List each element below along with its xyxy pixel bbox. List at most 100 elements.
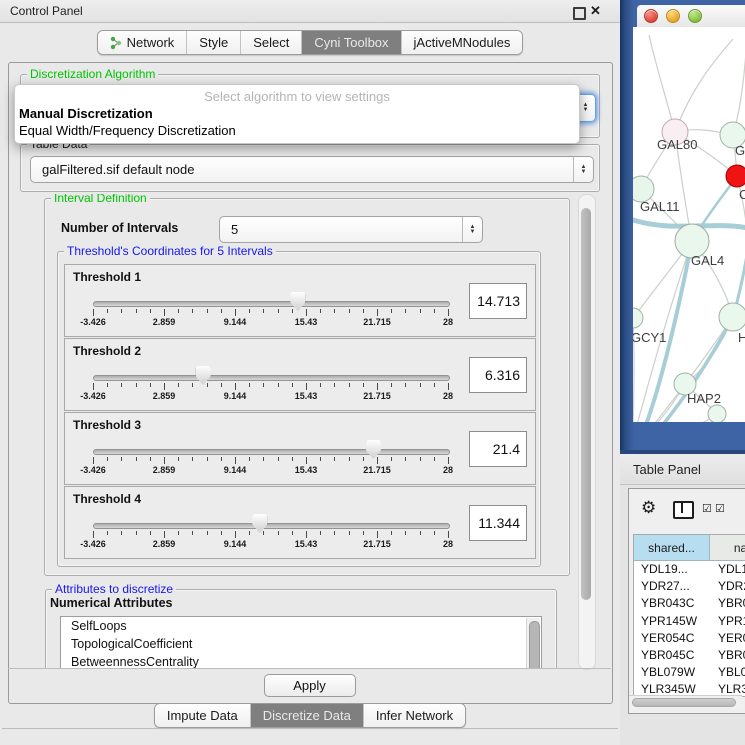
table-toolbar: ⚙ ☑ ☑	[629, 489, 745, 529]
tab-label: Impute Data	[167, 708, 238, 723]
panel-bottom-border	[2, 728, 618, 729]
node-table[interactable]: shared... na YDL19...YDL1YDR27...YDR2YBR…	[633, 534, 745, 697]
interval-definition-group: Interval Definition Number of Intervals …	[44, 198, 570, 576]
tab-cyni-toolbox[interactable]: Cyni Toolbox	[302, 31, 401, 54]
network-node-h[interactable]	[719, 303, 745, 331]
zoom-traffic-light-icon[interactable]	[688, 9, 702, 23]
table-data-value: galFiltered.sif default node	[31, 162, 573, 177]
slider-tick-labels: -3.4262.8599.14415.4321.71528	[93, 391, 448, 403]
node-label: HAP2	[687, 391, 721, 406]
tab-select[interactable]: Select	[241, 31, 302, 54]
network-node-gcy1[interactable]	[633, 308, 643, 328]
number-of-intervals-value: 5	[220, 222, 462, 237]
threshold-label: Threshold 2	[73, 344, 141, 358]
checkbox-icon[interactable]: ☑	[715, 502, 725, 515]
node-label: GCY1	[633, 330, 666, 345]
table-row[interactable]: YDL19... YDL1	[634, 561, 745, 578]
network-icon	[110, 36, 122, 50]
cell-name: YBR0	[718, 596, 745, 610]
slider-track[interactable]	[93, 449, 450, 455]
top-tab-bar: Network Style Select Cyni Toolbox jActiveMNo…	[0, 30, 620, 55]
threshold-value-field[interactable]: 14.713	[469, 283, 527, 319]
list-item[interactable]: SelfLoops	[61, 617, 541, 635]
float-window-icon[interactable]	[573, 7, 586, 20]
tab-network[interactable]: Network	[98, 31, 188, 54]
tab-label: Cyni Toolbox	[314, 35, 388, 50]
tab-label: Style	[199, 35, 228, 50]
table-row[interactable]: YBL079WYBL0	[634, 664, 745, 681]
number-of-intervals-combobox[interactable]: 5 ▲▼	[219, 216, 483, 243]
threshold-label: Threshold 1	[73, 270, 141, 284]
bottom-tab-bar: Impute Data Discretize Data Infer Network	[0, 703, 620, 728]
table-row[interactable]: YBR045CYBR0	[634, 647, 745, 664]
slider-track[interactable]	[93, 301, 450, 307]
tab-label: Select	[253, 35, 289, 50]
close-icon[interactable]: ✕	[590, 3, 601, 19]
table-row[interactable]: YER054CYER0	[634, 630, 745, 647]
tab-label: Network	[127, 35, 175, 50]
node-label: GAL4	[691, 253, 724, 268]
minimize-traffic-light-icon[interactable]	[666, 9, 680, 23]
slider-track[interactable]	[93, 375, 450, 381]
cell-shared-name: YBL079W	[641, 665, 695, 679]
network-canvas[interactable]: GAL80GACGAL11GAL4GCY1HHAP2	[633, 27, 745, 422]
column-header-shared-name[interactable]: shared...	[634, 535, 710, 561]
attributes-scrollbar[interactable]	[526, 618, 540, 668]
tab-impute-data[interactable]: Impute Data	[155, 704, 251, 727]
slider-tick-labels: -3.4262.8599.14415.4321.71528	[93, 465, 448, 477]
cell-name: YBR0	[718, 648, 745, 662]
tab-jactivemnodules[interactable]: jActiveMNodules	[402, 31, 523, 54]
table-row[interactable]: YPR145WYPR1	[634, 613, 745, 630]
checkbox-icon[interactable]: ☑	[702, 502, 712, 515]
network-node-c[interactable]	[726, 165, 745, 187]
network-view-window: GAL80GACGAL11GAL4GCY1HHAP2	[620, 0, 745, 453]
tab-label: jActiveMNodules	[414, 35, 511, 50]
combo-arrows-icon[interactable]: ▲▼	[573, 157, 593, 182]
table-panel-header: Table Panel	[620, 454, 745, 485]
dropdown-item-manual-discretization[interactable]: Manual Discretization	[19, 106, 153, 121]
table-row[interactable]: YBR043CYBR0	[634, 595, 745, 612]
algorithm-prompt: Select algorithm to view settings	[15, 89, 579, 104]
list-item[interactable]: TopologicalCoefficient	[61, 635, 541, 653]
attributes-group-title: Attributes to discretize	[52, 582, 176, 596]
numerical-attributes-list[interactable]: SelfLoopsTopologicalCoefficientBetweenne…	[60, 616, 542, 668]
control-panel: Control Panel ✕ Network Style Select Cyni T…	[0, 0, 621, 745]
slider-track[interactable]	[93, 523, 450, 529]
threshold-value-field[interactable]: 21.4	[469, 431, 527, 467]
cell-shared-name: YER054C	[641, 631, 694, 645]
main-vertical-scrollbar[interactable]	[578, 194, 596, 670]
tab-infer-network[interactable]: Infer Network	[364, 704, 465, 727]
panel-title: Control Panel	[10, 4, 83, 18]
column-header-name[interactable]: na	[710, 535, 745, 561]
cell-shared-name: YPR145W	[641, 614, 697, 628]
threshold-panel-1: Threshold 1-3.4262.8599.14415.4321.71528…	[64, 264, 536, 337]
settings-scroll-viewport: Interval Definition Number of Intervals …	[14, 194, 574, 668]
table-data-combobox[interactable]: galFiltered.sif default node ▲▼	[30, 156, 594, 183]
cell-shared-name: YDL19...	[641, 562, 688, 576]
list-item[interactable]: BetweennessCentrality	[61, 653, 541, 668]
tab-style[interactable]: Style	[187, 31, 241, 54]
slider-ticks	[93, 457, 448, 465]
table-panel: ⚙ ☑ ☑ shared... na YDL19... YDL1 YDR27...Y…	[628, 488, 745, 714]
close-traffic-light-icon[interactable]	[644, 9, 658, 23]
dropdown-item-equal-width[interactable]: Equal Width/Frequency Discretization	[19, 123, 236, 138]
combo-arrows-icon[interactable]: ▲▼	[462, 217, 482, 242]
node-label: GAL11	[640, 199, 680, 214]
cell-name: YDL1	[718, 562, 745, 576]
threshold-value-field[interactable]: 6.316	[469, 357, 527, 393]
gear-icon[interactable]: ⚙	[641, 498, 656, 518]
apply-row: Apply	[8, 668, 611, 702]
threshold-coordinates-group: Threshold's Coordinates for 5 Intervals …	[57, 251, 541, 567]
threshold-value-field[interactable]: 11.344	[469, 505, 527, 541]
tab-discretize-data[interactable]: Discretize Data	[251, 704, 364, 727]
columns-icon[interactable]	[673, 501, 694, 519]
control-panel-titlebar: Control Panel ✕	[0, 0, 620, 23]
network-node[interactable]	[708, 405, 726, 422]
threshold-panel-2: Threshold 2 -3.4262.8599.14415.4321.71528…	[64, 338, 536, 411]
node-label: H	[738, 330, 745, 345]
table-horizontal-scrollbar[interactable]	[629, 695, 742, 709]
table-row[interactable]: YDR27...YDR2	[634, 578, 745, 595]
apply-button[interactable]: Apply	[264, 674, 356, 697]
threshold-label: Threshold 3	[73, 418, 141, 432]
tab-label: Discretize Data	[263, 708, 351, 723]
